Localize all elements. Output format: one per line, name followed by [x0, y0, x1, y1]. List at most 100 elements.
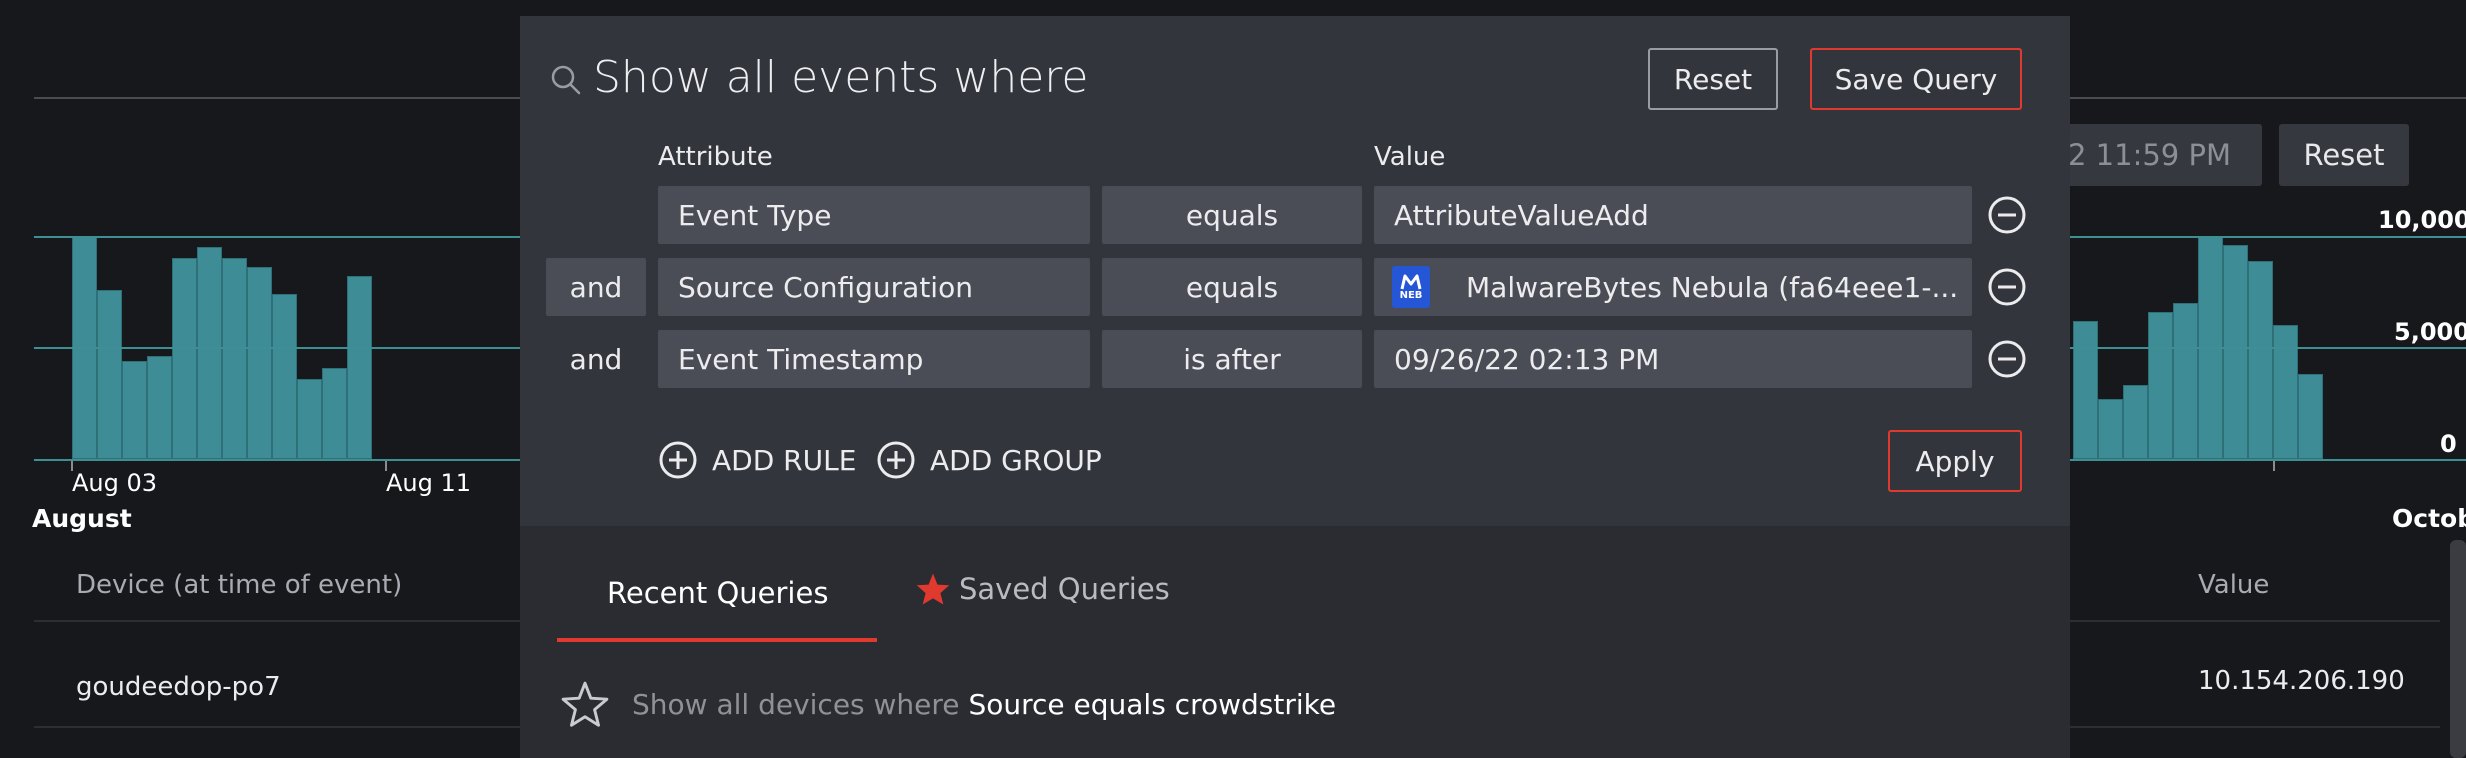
x-axis [2070, 459, 2466, 461]
row-divider [34, 620, 534, 622]
histogram-bar[interactable] [2148, 312, 2173, 459]
attribute-text: Event Timestamp [678, 342, 924, 376]
histogram-bar[interactable] [2073, 321, 2098, 459]
row-divider [34, 726, 534, 728]
histogram-bar[interactable] [2298, 374, 2323, 459]
query-title: Show all events where [593, 52, 1089, 103]
histogram-bar[interactable] [172, 258, 197, 459]
recent-query-item[interactable]: Show all devices where Source equals cro… [560, 680, 1336, 728]
attribute-select[interactable]: Event Type [658, 186, 1090, 244]
x-tick-label: Aug 11 [386, 469, 472, 497]
histogram-bar[interactable] [2098, 399, 2123, 459]
histogram-bar[interactable] [122, 361, 147, 459]
operator-select[interactable]: is after [1102, 330, 1362, 388]
histogram-bar[interactable] [2273, 325, 2298, 459]
query-text: Source equals crowdstrike [968, 687, 1337, 721]
y-tick-label: 0 [2440, 430, 2457, 458]
row-divider [2060, 620, 2440, 622]
conjunction-toggle[interactable]: and [546, 258, 646, 316]
conjunction-text: and [569, 270, 623, 304]
star-icon [916, 573, 950, 605]
y-tick-label: 10,000 [2378, 206, 2466, 234]
search-icon [551, 65, 581, 95]
value-input[interactable]: 09/26/22 02:13 PM [1374, 330, 1972, 388]
tab-label: Saved Queries [959, 572, 1170, 606]
histogram-bar[interactable] [272, 294, 297, 459]
device-cell[interactable]: goudeedop-po7 [76, 672, 281, 702]
query-builder: Show all events where Reset Save Query A… [520, 16, 2070, 526]
value-input[interactable]: AttributeValueAdd [1374, 186, 1972, 244]
grid-line [34, 236, 520, 238]
save-query-label: Save Query [1834, 62, 1998, 96]
reset-range-button[interactable]: Reset [2279, 124, 2409, 186]
operator-select[interactable]: equals [1102, 258, 1362, 316]
plus-circle-icon [877, 441, 915, 479]
month-label: August [32, 504, 132, 533]
operator-text: is after [1183, 342, 1281, 376]
histogram-bar[interactable] [247, 267, 272, 459]
histogram-bar[interactable] [347, 276, 372, 459]
add-rule-label: ADD RULE [712, 443, 857, 477]
column-header-value[interactable]: Value [2198, 570, 2269, 600]
histogram-bar[interactable] [2173, 303, 2198, 459]
attribute-header: Attribute [658, 142, 773, 172]
conjunction-text: and [569, 342, 623, 376]
histogram-bar[interactable] [222, 258, 247, 459]
star-outline-icon[interactable] [560, 680, 610, 728]
attribute-select[interactable]: Event Timestamp [658, 330, 1090, 388]
query-modal: Show all events where Reset Save Query A… [520, 16, 2070, 758]
query-prefix: Show all devices where [632, 687, 960, 721]
grid-line [2070, 347, 2466, 349]
apply-button[interactable]: Apply [1888, 430, 2022, 492]
malwarebytes-logo: NEB [1392, 266, 1430, 308]
histogram-bar[interactable] [97, 290, 122, 459]
month-label: Octob [2392, 504, 2466, 533]
grid-line [2070, 236, 2466, 238]
tab-recent-queries[interactable]: Recent Queries [607, 576, 828, 610]
histogram-bar[interactable] [147, 356, 172, 459]
plus-circle-icon [659, 441, 697, 479]
active-tab-indicator [557, 638, 877, 642]
value-text: 09/26/22 02:13 PM [1394, 342, 1660, 376]
histogram-bar[interactable] [197, 247, 222, 459]
scrollbar-thumb[interactable] [2450, 540, 2466, 758]
apply-label: Apply [1915, 444, 1995, 478]
tab-saved-queries[interactable]: Saved Queries [915, 572, 1170, 606]
date-range-input[interactable]: 2 11:59 PM [2050, 124, 2262, 186]
value-header: Value [1374, 142, 1446, 172]
value-select[interactable]: MalwareBytes Nebula (fa64eee1-... [1374, 258, 1972, 316]
add-rule-button[interactable]: ADD RULE [658, 440, 856, 480]
x-tick [2273, 461, 2275, 471]
histogram-bar[interactable] [2248, 261, 2273, 459]
operator-select[interactable]: equals [1102, 186, 1362, 244]
x-axis [34, 459, 520, 461]
histogram-bar[interactable] [322, 368, 347, 459]
save-query-button[interactable]: Save Query [1810, 48, 2022, 110]
operator-text: equals [1185, 270, 1279, 304]
column-header-device[interactable]: Device (at time of event) [76, 570, 402, 600]
attribute-text: Event Type [678, 198, 832, 232]
y-tick-label: 5,000 [2394, 318, 2466, 346]
add-group-label: ADD GROUP [930, 443, 1102, 477]
histogram-bar[interactable] [2123, 385, 2148, 459]
value-cell: 10.154.206.190 [2198, 666, 2405, 696]
reset-button-label: Reset [1673, 62, 1753, 96]
reset-range-label: Reset [2303, 138, 2385, 172]
conjunction-label: and [546, 330, 646, 388]
remove-rule-icon[interactable] [1987, 267, 2027, 307]
remove-rule-icon[interactable] [1987, 195, 2027, 235]
reset-button[interactable]: Reset [1648, 48, 1778, 110]
remove-rule-icon[interactable] [1987, 339, 2027, 379]
top-divider [34, 97, 534, 99]
attribute-select[interactable]: Source Configuration [658, 258, 1090, 316]
histogram-bar[interactable] [297, 379, 322, 459]
row-divider [2060, 726, 2440, 728]
x-tick-label: Aug 03 [72, 469, 158, 497]
grid-line [34, 347, 520, 349]
value-text: MalwareBytes Nebula (fa64eee1-... [1466, 270, 1959, 304]
attribute-text: Source Configuration [678, 270, 973, 304]
logo-text: NEB [1399, 289, 1423, 301]
histogram-bar[interactable] [2223, 245, 2248, 459]
tab-label: Recent Queries [607, 576, 829, 610]
add-group-button[interactable]: ADD GROUP [876, 440, 1102, 480]
